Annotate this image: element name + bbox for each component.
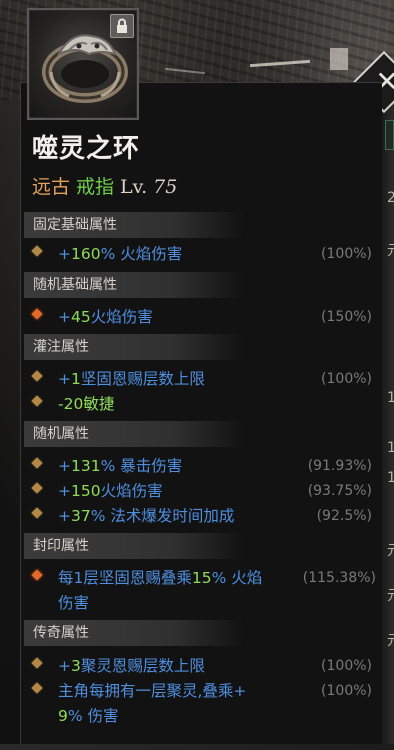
affix-roll-percent: (115.38%) [302, 570, 376, 586]
affix-roll-percent: (100%) [321, 246, 372, 262]
item-name: 噬灵之环 [32, 134, 141, 164]
section-header-random: 随机属性 [24, 421, 244, 447]
right-panel-text: 2 [387, 190, 394, 206]
affix-roll-percent: (100%) [321, 658, 372, 674]
item-level: 75 [153, 176, 178, 198]
item-meta: 远古 戒指 Lv. 75 [32, 173, 177, 201]
section-header-infused: 灌注属性 [24, 334, 244, 360]
affix-crit-damage: +131% 暴击伤害 [58, 457, 183, 475]
lock-icon[interactable] [110, 14, 134, 38]
affix-roll-percent: (92.5%) [316, 508, 372, 524]
affix-gathering-damage-multiplier: 主角每拥有一层聚灵,叠乘+ [58, 682, 247, 700]
right-panel-text: 元 [387, 240, 394, 260]
item-level-label: Lv. [120, 176, 148, 198]
affix-gathering-stack-cap: +3聚灵恩赐层数上限 [58, 657, 205, 675]
affix-steadfast-stack-cap: +1坚固恩赐层数上限 [58, 370, 205, 388]
right-panel-text: 1 [387, 470, 394, 486]
affix-spell-burst-time: +37% 法术爆发时间加成 [58, 507, 235, 525]
affix-gathering-damage-multiplier-line2: 9% 伤害 [58, 707, 119, 725]
affix-roll-percent: (93.75%) [307, 483, 372, 499]
item-rarity: 远古 [32, 176, 71, 198]
right-panel-text: 1 [387, 440, 394, 456]
section-header-fixed-base: 固定基础属性 [24, 212, 244, 238]
affix-roll-percent: (150%) [321, 309, 372, 325]
affix-roll-percent: (91.93%) [307, 458, 372, 474]
affix-fire-damage-flat-2: +150火焰伤害 [58, 482, 163, 500]
affix-roll-percent: (100%) [321, 371, 372, 387]
affix-steadfast-fire-multiplier: 每1层坚固恩赐叠乘15% 火焰 [58, 569, 263, 587]
affix-dexterity: -20敏捷 [58, 395, 115, 413]
affix-fire-damage-pct: +160% 火焰伤害 [58, 245, 183, 263]
right-panel-text: 元 [387, 540, 394, 560]
bottom-edge [0, 744, 394, 750]
section-header-sealed: 封印属性 [24, 533, 244, 559]
affix-steadfast-fire-multiplier-line2: 伤害 [58, 594, 90, 612]
affix-fire-damage-flat: +45火焰伤害 [58, 308, 153, 326]
right-panel-text: 元 [387, 585, 394, 605]
affix-roll-percent: (100%) [321, 683, 372, 699]
item-type: 戒指 [76, 176, 115, 198]
section-header-legendary: 传奇属性 [24, 620, 244, 646]
right-panel-text: 1 [387, 390, 394, 406]
section-header-random-base: 随机基础属性 [24, 272, 244, 298]
scuff-mark [330, 48, 348, 70]
right-panel-text: 元 [387, 630, 394, 650]
right-panel-tab[interactable] [385, 120, 394, 150]
